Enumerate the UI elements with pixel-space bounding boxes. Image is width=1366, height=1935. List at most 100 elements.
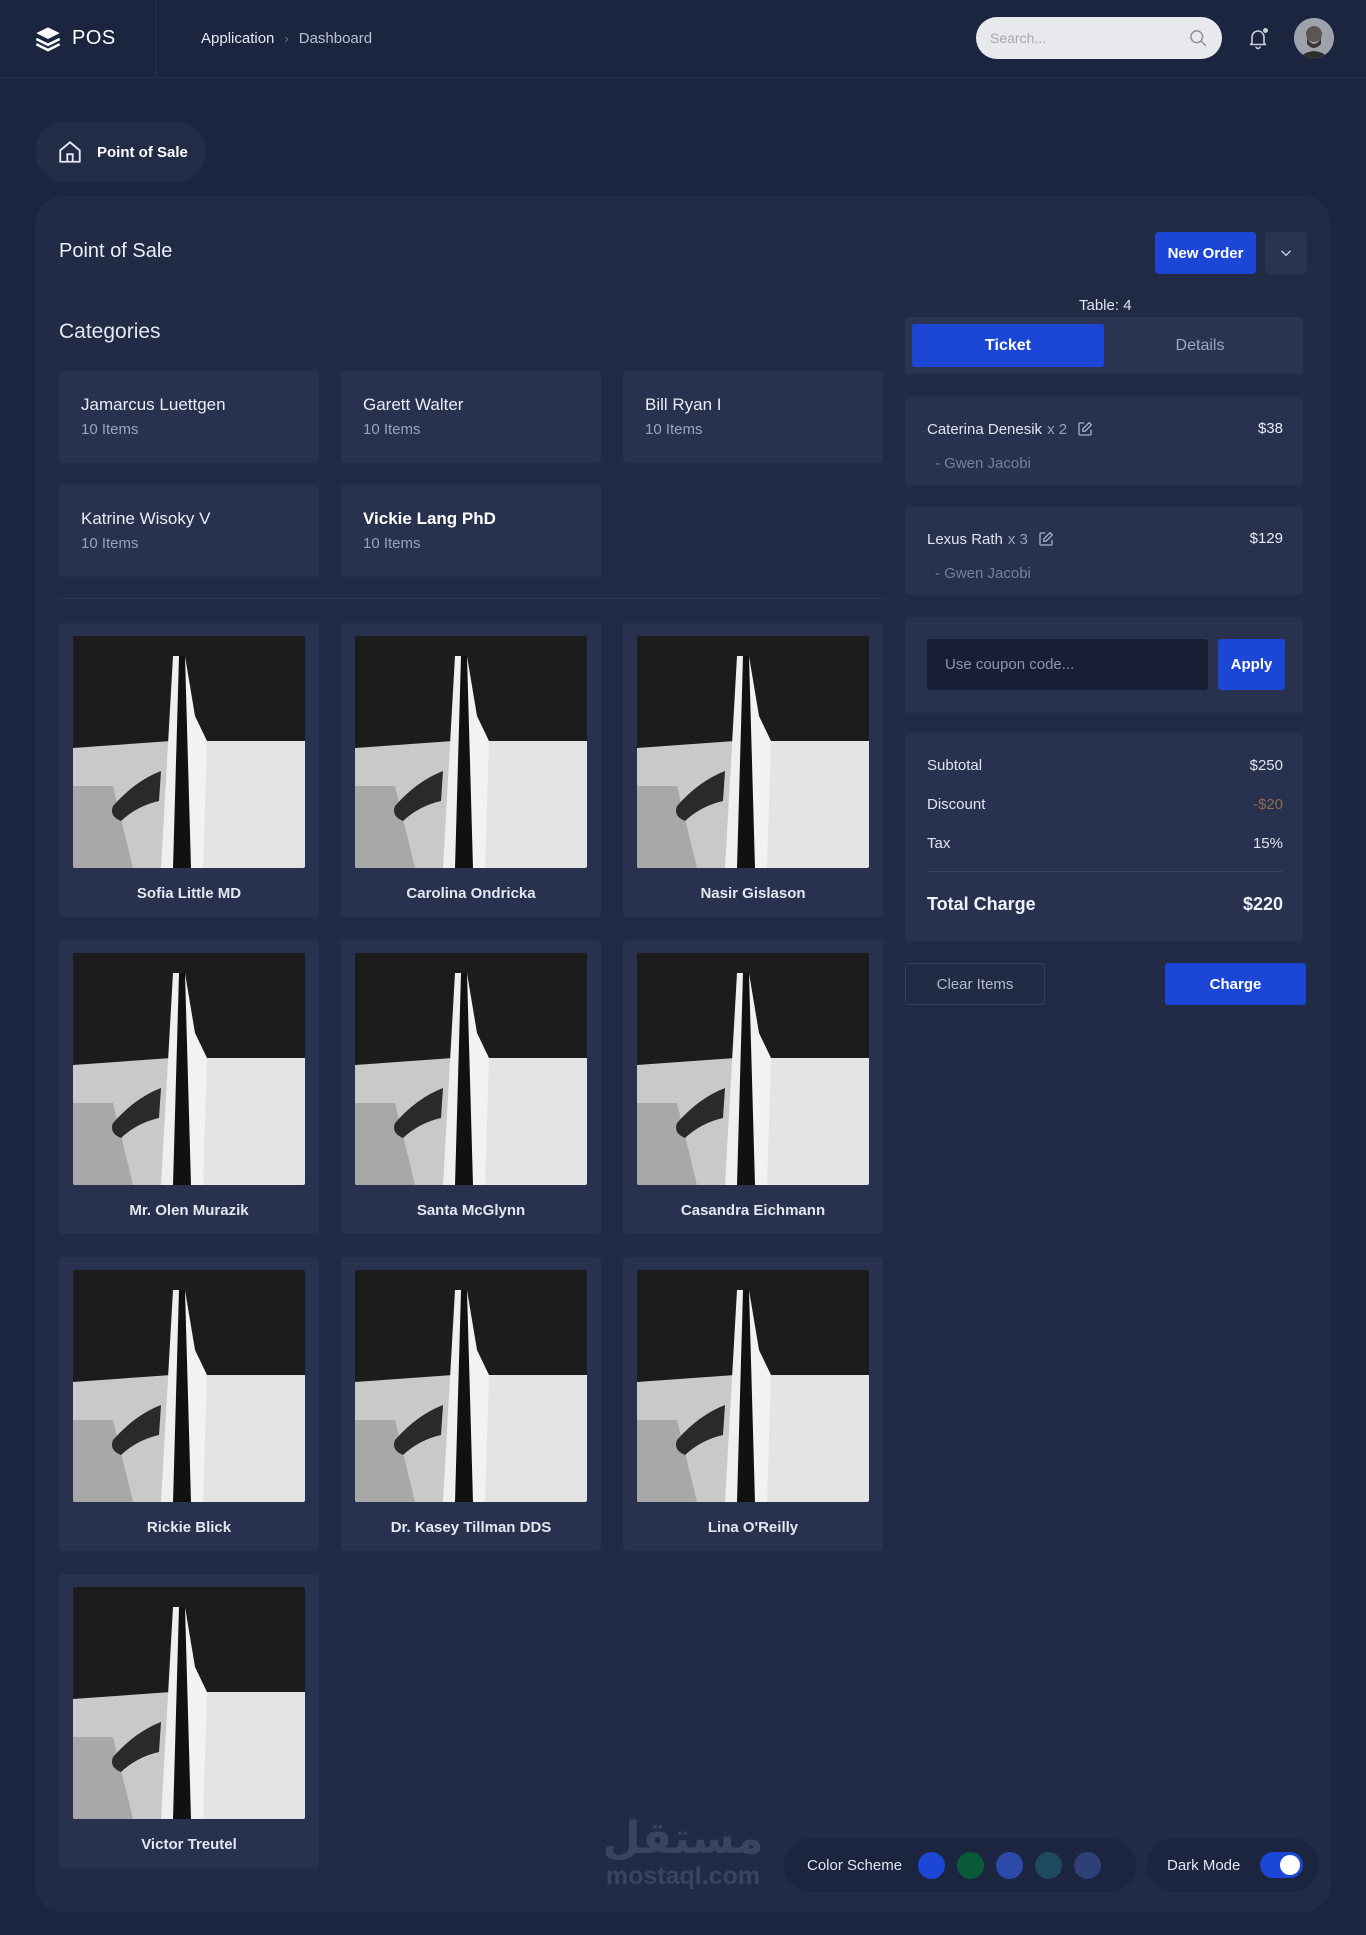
- category-name: Garett Walter: [363, 395, 464, 414]
- dark-mode-toggle[interactable]: [1260, 1852, 1304, 1878]
- category-card[interactable]: Katrine Wisoky V 10 Items: [59, 485, 319, 577]
- category-name: Jamarcus Luettgen: [81, 395, 226, 414]
- product-name: Santa McGlynn: [416, 1202, 526, 1219]
- divider: [59, 598, 884, 599]
- product-name: Nasir Gislason: [700, 885, 806, 902]
- breadcrumb-dashboard: Dashboard: [298, 30, 373, 47]
- product-card[interactable]: Mr. Olen Murazik: [59, 940, 319, 1234]
- product-card[interactable]: Dr. Kasey Tillman DDS: [341, 1257, 601, 1551]
- tab-ticket[interactable]: Ticket: [912, 324, 1104, 367]
- color-swatch-navy[interactable]: [1074, 1851, 1102, 1879]
- categories-title: Categories: [59, 320, 161, 343]
- category-count: 10 Items: [363, 421, 421, 438]
- category-count: 10 Items: [363, 535, 421, 552]
- dark-mode-switch: Dark Mode: [1147, 1838, 1319, 1892]
- tax-value: 15%: [1252, 835, 1283, 852]
- category-count: 10 Items: [645, 421, 703, 438]
- search-icon[interactable]: [1188, 28, 1208, 48]
- apply-coupon-button[interactable]: Apply: [1218, 639, 1285, 690]
- home-icon: [59, 141, 81, 163]
- color-swatch-blue[interactable]: [918, 1851, 946, 1879]
- product-name: Victor Treutel: [141, 1836, 237, 1853]
- watermark-logo: مستقل mostaql.com: [598, 1815, 768, 1895]
- total-value: $220: [1242, 894, 1283, 914]
- ticket-item-qty: x 3: [1007, 530, 1028, 548]
- order-options-button[interactable]: [1265, 232, 1307, 274]
- product-card[interactable]: Casandra Eichmann: [623, 940, 883, 1234]
- ticket-item-name: Lexus Rath: [927, 530, 1003, 548]
- ticket-item[interactable]: Lexus Rath x 3 $129 - Gwen Jacobi: [905, 507, 1303, 595]
- top-bar: POS Application › Dashboard: [0, 0, 1366, 78]
- category-card[interactable]: Vickie Lang PhD 10 Items: [341, 485, 601, 577]
- product-card[interactable]: Santa McGlynn: [341, 940, 601, 1234]
- watermark-latin: mostaql.com: [605, 1862, 761, 1890]
- discount-label: Discount: [927, 796, 986, 813]
- product-card[interactable]: Nasir Gislason: [623, 623, 883, 917]
- user-avatar-icon: [1294, 18, 1334, 58]
- search-box[interactable]: [976, 17, 1222, 59]
- color-scheme-picker: Color Scheme: [784, 1838, 1136, 1892]
- notifications-button[interactable]: [1246, 26, 1270, 50]
- product-image: [73, 953, 305, 1185]
- main-panel: Point of Sale New Order Categories Jamar…: [35, 196, 1331, 1912]
- order-summary: Subtotal $250 Discount -$20 Tax 15% Tota…: [905, 733, 1303, 941]
- product-image: [637, 636, 869, 868]
- category-card[interactable]: Bill Ryan I 10 Items: [623, 371, 883, 463]
- product-card[interactable]: Carolina Ondricka: [341, 623, 601, 917]
- color-swatch-indigo[interactable]: [996, 1851, 1024, 1879]
- chevron-right-icon: ›: [284, 31, 289, 46]
- product-card[interactable]: Rickie Blick: [59, 1257, 319, 1551]
- product-name: Mr. Olen Murazik: [129, 1202, 249, 1219]
- coupon-input[interactable]: [927, 639, 1208, 690]
- tab-details[interactable]: Details: [1104, 324, 1296, 367]
- breadcrumb-application[interactable]: Application: [201, 30, 274, 47]
- product-name: Carolina Ondricka: [406, 885, 536, 902]
- layers-icon: [35, 26, 61, 51]
- product-image: [73, 1587, 305, 1819]
- color-swatch-green[interactable]: [957, 1851, 985, 1879]
- product-name: Dr. Kasey Tillman DDS: [390, 1519, 552, 1536]
- color-swatch-teal[interactable]: [1035, 1851, 1063, 1879]
- ticket-item-price: $129: [1249, 530, 1283, 547]
- page-badge-label: Point of Sale: [97, 143, 188, 161]
- product-name: Sofia Little MD: [136, 885, 242, 902]
- product-name: Rickie Blick: [146, 1519, 232, 1536]
- page-badge[interactable]: Point of Sale: [35, 122, 206, 182]
- order-tabs: Ticket Details: [905, 317, 1303, 374]
- breadcrumb: Application › Dashboard: [201, 30, 372, 47]
- dark-mode-label: Dark Mode: [1167, 1856, 1241, 1874]
- product-image: [73, 1270, 305, 1502]
- app-name: POS: [72, 27, 116, 49]
- clear-items-button[interactable]: Clear Items: [905, 963, 1045, 1005]
- product-card[interactable]: Lina O'Reilly: [623, 1257, 883, 1551]
- subtotal-value: $250: [1249, 757, 1283, 774]
- avatar[interactable]: [1294, 18, 1334, 58]
- chevron-down-icon: [1281, 250, 1291, 257]
- watermark-arabic: مستقل: [602, 1813, 764, 1864]
- category-card[interactable]: Garett Walter 10 Items: [341, 371, 601, 463]
- coupon-box: Apply: [905, 617, 1303, 713]
- ticket-item[interactable]: Caterina Denesik x 2 $38 - Gwen Jacobi: [905, 397, 1303, 485]
- product-card[interactable]: Victor Treutel: [59, 1574, 319, 1868]
- ticket-item-name: Caterina Denesik: [927, 420, 1043, 438]
- ticket-item-qty: x 2: [1047, 420, 1068, 438]
- charge-button[interactable]: Charge: [1165, 963, 1306, 1005]
- subtotal-label: Subtotal: [927, 757, 983, 774]
- ticket-item-note: - Gwen Jacobi: [935, 565, 1031, 582]
- product-image: [355, 953, 587, 1185]
- discount-value: -$20: [1252, 796, 1283, 813]
- ticket-item-price: $38: [1257, 420, 1283, 437]
- product-image: [355, 636, 587, 868]
- new-order-button[interactable]: New Order: [1155, 232, 1256, 274]
- category-count: 10 Items: [81, 421, 139, 438]
- brand[interactable]: POS: [0, 0, 157, 78]
- edit-icon[interactable]: [1037, 530, 1055, 548]
- tax-label: Tax: [927, 835, 951, 852]
- edit-icon[interactable]: [1076, 420, 1094, 438]
- product-card[interactable]: Sofia Little MD: [59, 623, 319, 917]
- category-count: 10 Items: [81, 535, 139, 552]
- search-input[interactable]: [990, 30, 1170, 46]
- color-scheme-label: Color Scheme: [807, 1856, 903, 1874]
- category-name: Vickie Lang PhD: [363, 509, 496, 528]
- category-card[interactable]: Jamarcus Luettgen 10 Items: [59, 371, 319, 463]
